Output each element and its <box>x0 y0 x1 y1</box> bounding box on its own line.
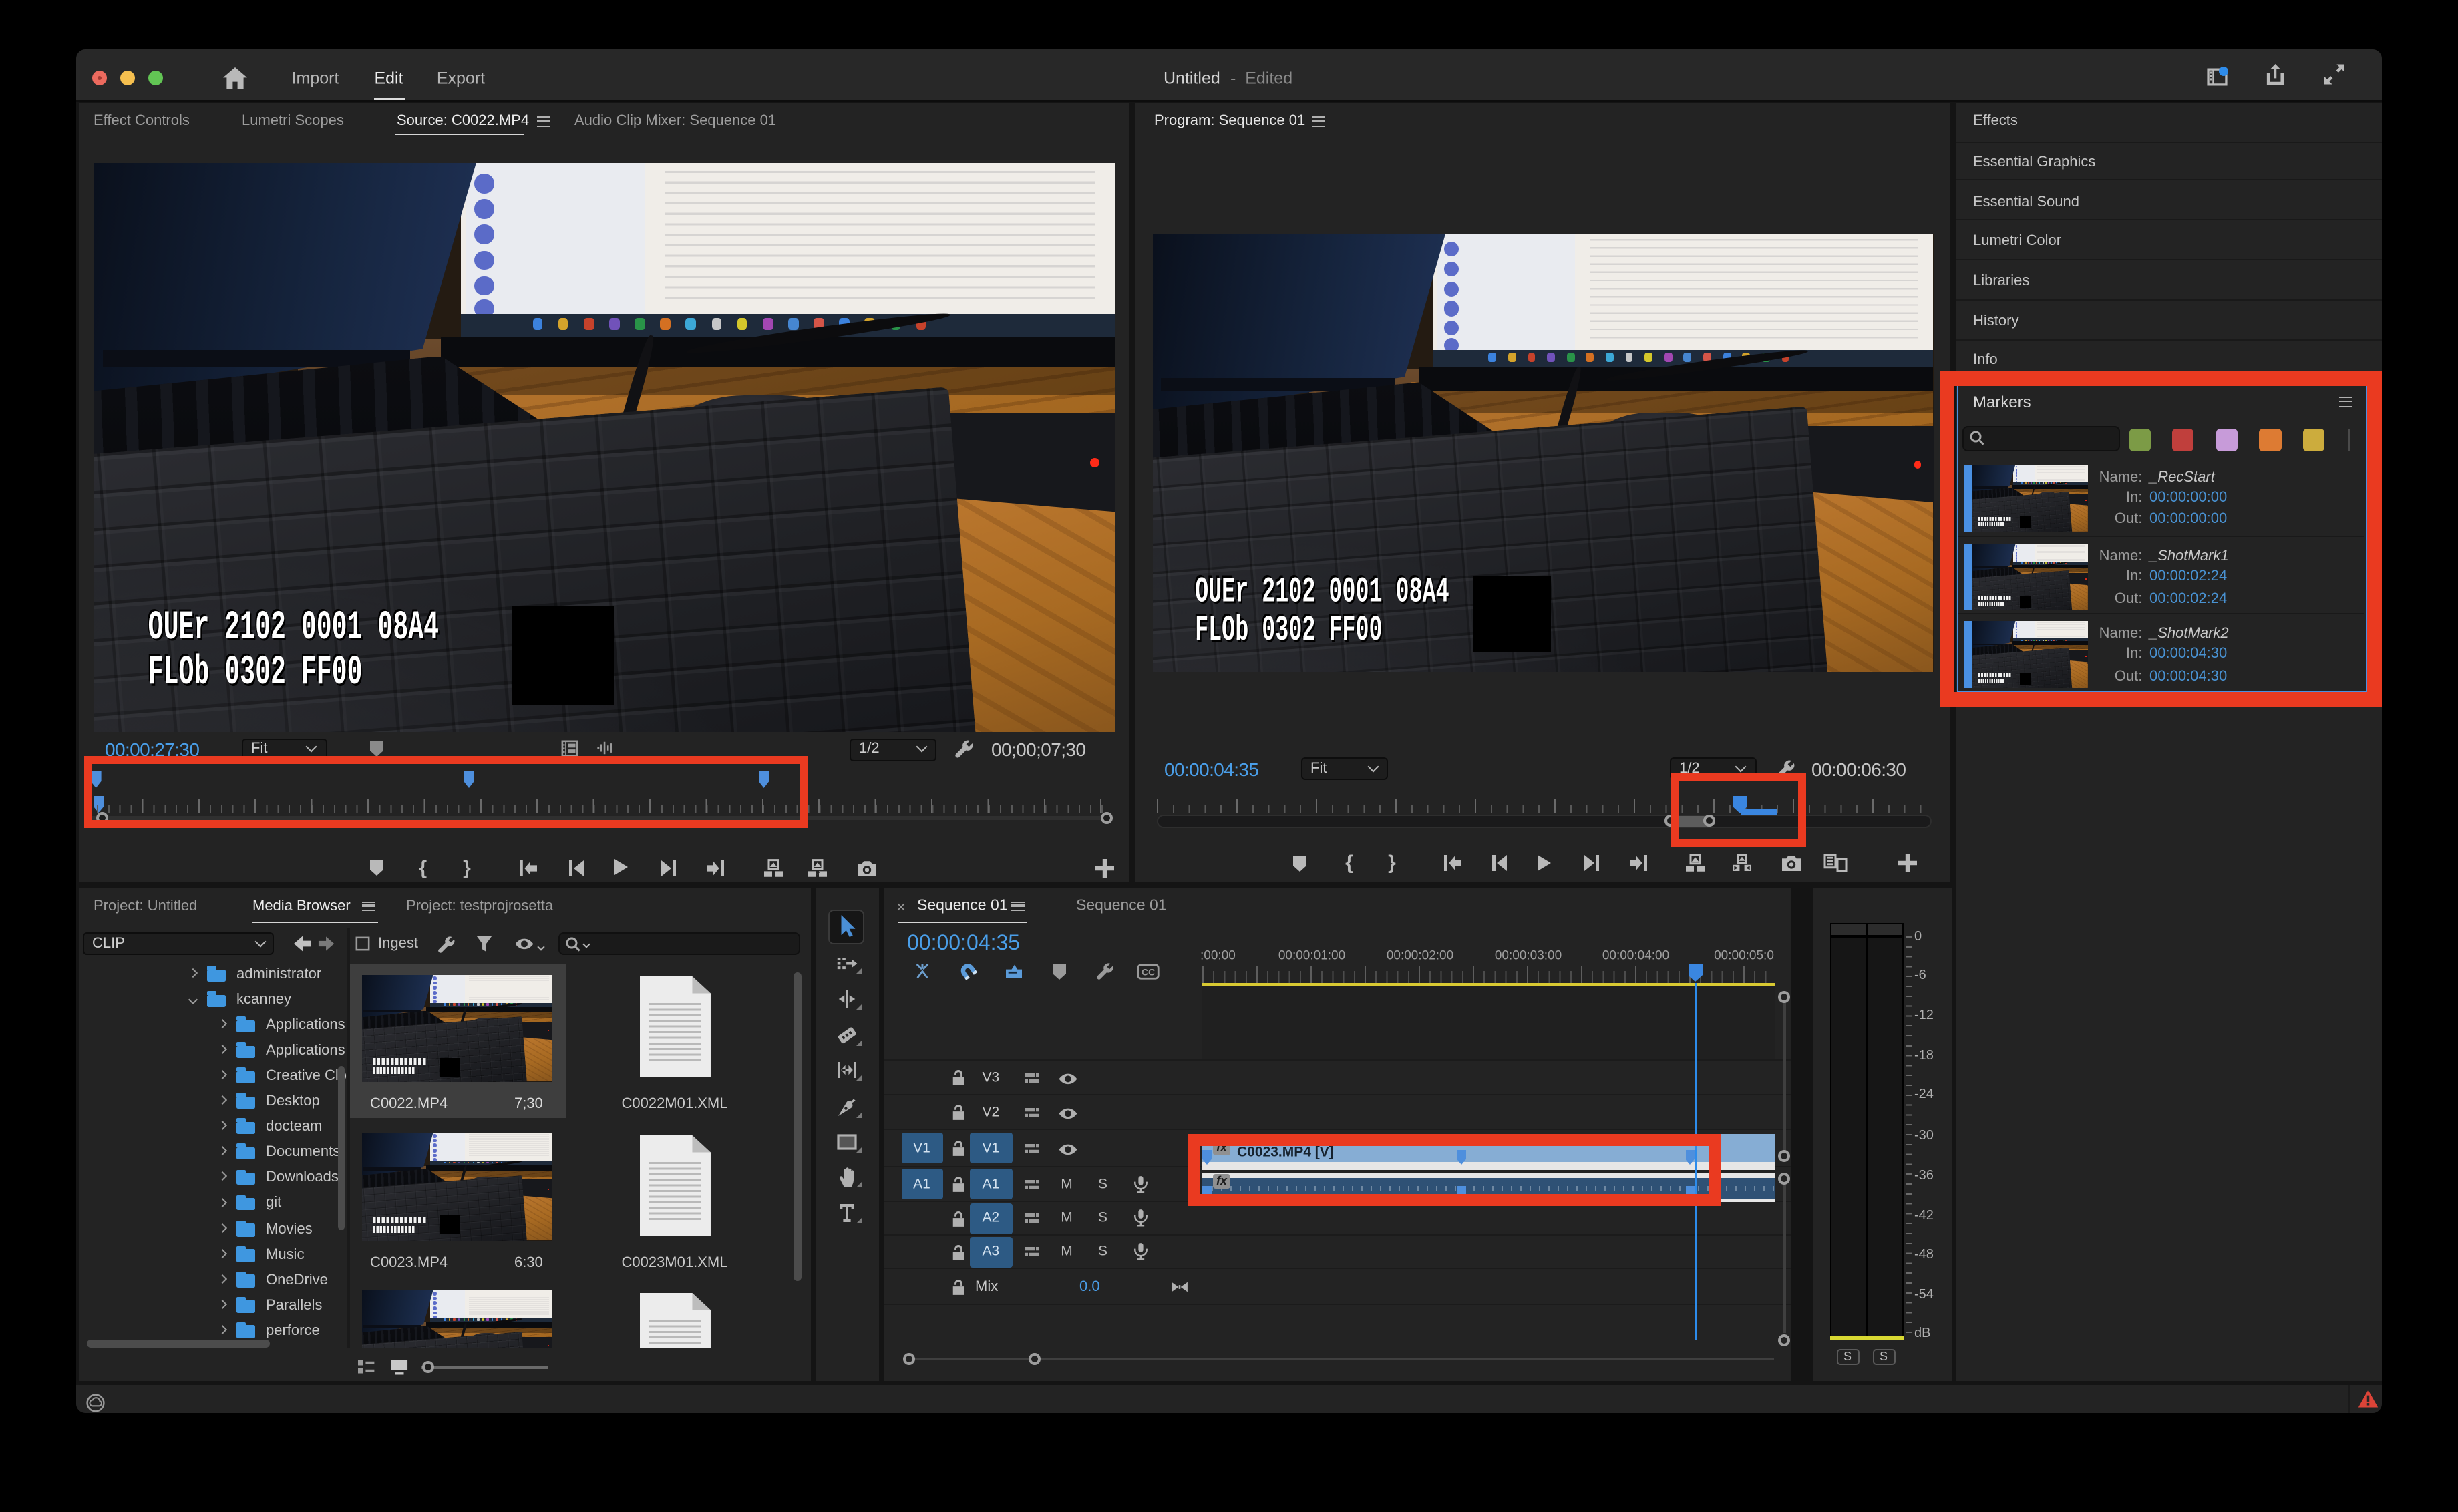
svg-text:CC: CC <box>1142 966 1155 977</box>
